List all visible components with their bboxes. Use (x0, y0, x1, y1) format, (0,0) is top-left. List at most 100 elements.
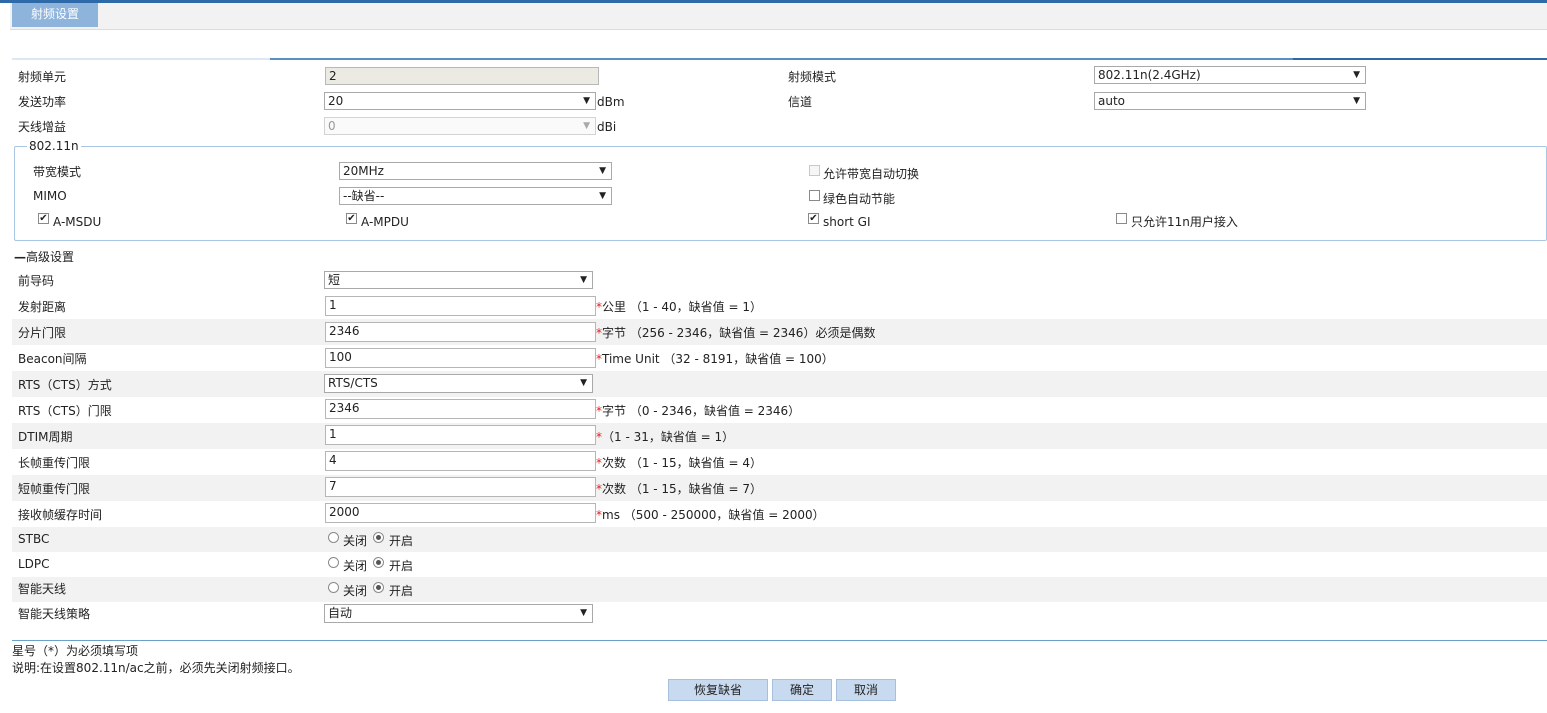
rts-threshold-label: RTS（CTS）门限 (18, 404, 112, 418)
ldpc-on-label: 开启 (389, 559, 414, 573)
only-11n-label: 只允许11n用户接入 (1131, 215, 1238, 229)
dtim-hint: *（1 - 31，缺省值 = 1） (596, 429, 734, 445)
ampdu-label: A-MPDU (361, 215, 409, 229)
amsdu-checkbox[interactable]: ✔ (38, 213, 49, 224)
preamble-select[interactable]: 短 ▼ (324, 271, 593, 289)
long-retry-hint: *次数 （1 - 15，缺省值 = 4） (596, 455, 762, 471)
row-bg-stbc (12, 527, 1547, 552)
distance-hint-text: 公里 （1 - 40，缺省值 = 1） (602, 300, 762, 314)
rts-mode-label: RTS（CTS）方式 (18, 378, 112, 392)
radio-unit-label: 射频单元 (18, 70, 67, 84)
ldpc-off-radio[interactable] (328, 557, 339, 568)
smart-ant-off-radio[interactable] (328, 582, 339, 593)
long-retry-hint-text: 次数 （1 - 15，缺省值 = 4） (602, 456, 762, 470)
beacon-hint: *Time Unit （32 - 8191，缺省值 = 100） (596, 351, 834, 367)
frag-input[interactable]: 2346 (325, 322, 596, 342)
rts-mode-select[interactable]: RTS/CTS ▼ (324, 374, 593, 393)
chevron-down-icon: ▼ (580, 608, 587, 618)
long-retry-label: 长帧重传门限 (18, 456, 91, 470)
auto-bw-switch-label: 允许带宽自动切换 (823, 167, 920, 181)
smart-ant-on-label: 开启 (389, 584, 414, 598)
rx-buffer-label: 接收帧缓存时间 (18, 508, 103, 522)
radio-mode-value: 802.11n(2.4GHz) (1098, 68, 1201, 82)
section-divider-right (1293, 58, 1547, 60)
tab-radio-settings[interactable]: 射频设置 (12, 3, 98, 27)
rts-mode-value: RTS/CTS (328, 376, 378, 390)
chevron-down-icon: ▼ (580, 275, 587, 285)
beacon-hint-text: Time Unit （32 - 8191，缺省值 = 100） (602, 352, 834, 366)
short-retry-hint: *次数 （1 - 15，缺省值 = 7） (596, 481, 762, 497)
stbc-off-radio[interactable] (328, 532, 339, 543)
footer-divider (12, 640, 1547, 641)
bandwidth-label: 带宽模式 (33, 165, 82, 179)
ampdu-checkbox[interactable]: ✔ (346, 213, 357, 224)
stbc-off-label: 关闭 (343, 534, 368, 548)
short-gi-checkbox[interactable]: ✔ (808, 213, 819, 224)
rts-threshold-hint-text: 字节 （0 - 2346，缺省值 = 2346） (602, 404, 801, 418)
distance-input[interactable]: 1 (325, 296, 596, 316)
chevron-down-icon: ▼ (599, 191, 606, 201)
antenna-gain-select: 0 ▼ (324, 117, 596, 135)
distance-label: 发射距离 (18, 300, 67, 314)
bandwidth-value: 20MHz (343, 164, 384, 178)
antenna-gain-value: 0 (328, 119, 336, 133)
smart-ant-on-radio[interactable] (373, 582, 384, 593)
beacon-label: Beacon间隔 (18, 352, 87, 366)
long-retry-input[interactable]: 4 (325, 451, 596, 471)
chevron-down-icon: ▼ (583, 96, 590, 106)
preamble-value: 短 (328, 273, 341, 287)
restore-default-button[interactable]: 恢复缺省 (668, 679, 768, 701)
short-retry-input[interactable]: 7 (325, 477, 596, 497)
ldpc-on-radio[interactable] (373, 557, 384, 568)
ldpc-label: LDPC (18, 557, 50, 571)
chevron-down-icon: ▼ (580, 378, 587, 388)
tx-power-label: 发送功率 (18, 95, 67, 109)
advanced-toggle[interactable]: —高级设置 (14, 249, 74, 265)
section-divider-main (270, 58, 1293, 60)
auto-bw-switch-checkbox (809, 165, 820, 176)
frag-label: 分片门限 (18, 326, 67, 340)
green-power-label: 绿色自动节能 (823, 192, 896, 206)
stbc-on-label: 开启 (389, 534, 414, 548)
rx-buffer-hint: *ms （500 - 250000，缺省值 = 2000） (596, 507, 825, 523)
dtim-hint-text: （1 - 31，缺省值 = 1） (602, 430, 735, 444)
row-bg-short-retry (12, 475, 1547, 501)
chevron-down-icon: ▼ (583, 121, 590, 131)
short-retry-hint-text: 次数 （1 - 15，缺省值 = 7） (602, 482, 762, 496)
dtim-input[interactable]: 1 (325, 425, 596, 445)
smart-ant-policy-label: 智能天线策略 (18, 607, 91, 621)
tx-power-unit: dBm (597, 95, 625, 109)
row-bg-dtim (12, 423, 1547, 449)
antenna-gain-unit: dBi (597, 120, 617, 134)
stbc-label: STBC (18, 532, 50, 546)
beacon-input[interactable]: 100 (325, 348, 596, 368)
warning-note: 说明:在设置802.11n/ac之前，必须先关闭射频接口。 (12, 661, 300, 675)
mimo-label: MIMO (33, 189, 67, 203)
channel-select[interactable]: auto ▼ (1094, 92, 1366, 110)
cancel-button[interactable]: 取消 (836, 679, 896, 701)
ok-button[interactable]: 确定 (772, 679, 832, 701)
stbc-on-radio[interactable] (373, 532, 384, 543)
rts-threshold-input[interactable]: 2346 (325, 399, 596, 419)
tx-power-select[interactable]: 20 ▼ (324, 92, 596, 110)
dtim-label: DTIM周期 (18, 430, 73, 444)
tx-power-value: 20 (328, 94, 344, 108)
smart-ant-policy-select[interactable]: 自动 ▼ (324, 604, 593, 623)
chevron-down-icon: ▼ (599, 166, 606, 176)
radio-mode-select[interactable]: 802.11n(2.4GHz) ▼ (1094, 66, 1366, 84)
short-retry-label: 短帧重传门限 (18, 482, 91, 496)
bandwidth-select[interactable]: 20MHz ▼ (339, 162, 612, 180)
chevron-down-icon: ▼ (1353, 96, 1360, 106)
amsdu-label: A-MSDU (53, 215, 102, 229)
radio-mode-label: 射频模式 (788, 70, 837, 84)
mimo-select[interactable]: --缺省-- ▼ (339, 187, 612, 205)
only-11n-checkbox[interactable] (1116, 213, 1127, 224)
collapse-icon: — (14, 250, 26, 264)
rx-buffer-input[interactable]: 2000 (325, 503, 596, 523)
antenna-gain-label: 天线增益 (18, 120, 67, 134)
n11-legend: 802.11n (27, 139, 81, 153)
preamble-label: 前导码 (18, 274, 55, 288)
green-power-checkbox[interactable] (809, 190, 820, 201)
required-note: 星号（*）为必须填写项 (12, 644, 139, 658)
frag-hint: *字节 （256 - 2346，缺省值 = 2346）必须是偶数 (596, 325, 875, 341)
